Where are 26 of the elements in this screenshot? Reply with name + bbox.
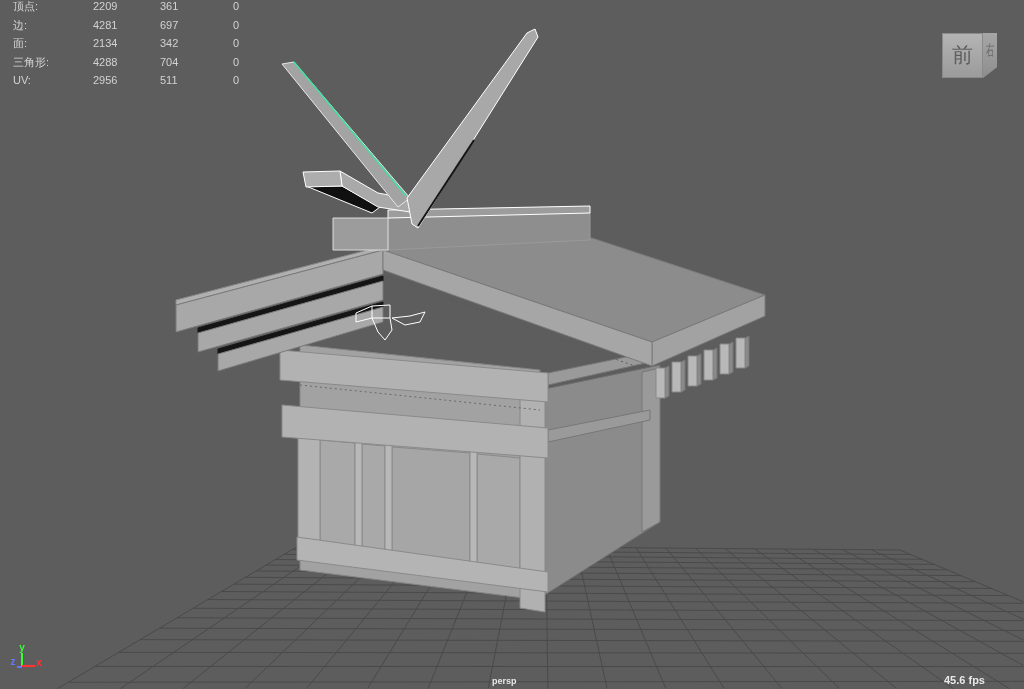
stat-value: 697 [160,18,179,31]
stat-label: 顶点: [13,0,39,12]
stat-label: 面: [13,37,28,49]
stat-value: 2209 [93,0,118,12]
view-cube-front-face[interactable]: 前 [942,33,983,78]
axis-label: y [19,641,25,653]
axis-label: z [10,655,16,667]
stat-value: 4288 [93,55,118,68]
stat-label: 边: [13,18,28,31]
stat-value: 511 [160,74,178,86]
stat-value: 0 [233,55,240,68]
stat-value: 342 [160,37,179,49]
stat-value: 361 [160,0,179,12]
stat-label: UV: [13,74,31,86]
frame-rate-label: 45.6 fps [944,674,985,686]
stat-value: 2956 [93,74,118,86]
stat-value: 0 [233,18,240,31]
stat-label: 三角形: [13,55,50,68]
camera-name-label: persp [492,676,517,686]
stat-value: 0 [233,74,240,86]
stat-value: 0 [233,0,240,12]
stat-value: 704 [160,55,179,68]
stat-value: 4281 [93,18,118,31]
stat-value: 2134 [93,37,118,49]
axis-label: x [36,656,42,668]
stat-value: 0 [233,37,240,49]
